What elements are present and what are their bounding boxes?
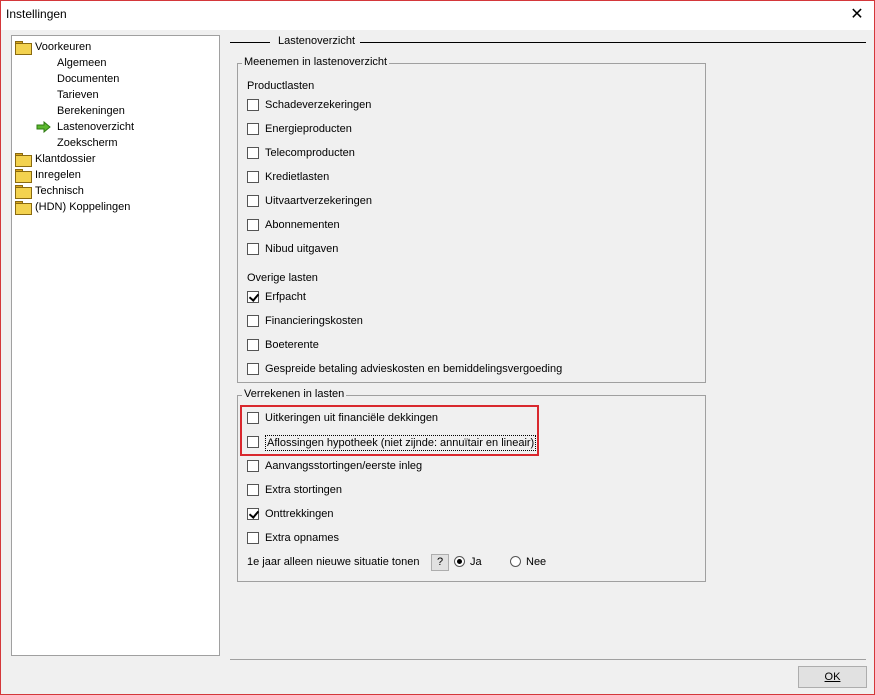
checkbox-box[interactable] bbox=[247, 99, 259, 111]
divider bbox=[360, 42, 866, 43]
checkbox-box[interactable] bbox=[247, 243, 259, 255]
tree-item-algemeen[interactable]: Algemeen bbox=[57, 55, 107, 71]
checkbox-box[interactable] bbox=[247, 171, 259, 183]
first-year-label: 1e jaar alleen nieuwe situatie tonen bbox=[247, 556, 420, 568]
radio-dot[interactable] bbox=[510, 556, 521, 567]
section-title: Lastenoverzicht bbox=[274, 35, 360, 47]
checkbox-box[interactable] bbox=[247, 315, 259, 327]
title-bar: Instellingen ✕ bbox=[1, 1, 874, 30]
section-header: Lastenoverzicht bbox=[230, 35, 866, 49]
tree-item-tarieven[interactable]: Tarieven bbox=[57, 87, 99, 103]
help-button[interactable]: ? bbox=[431, 554, 449, 571]
checkbox-box[interactable] bbox=[247, 147, 259, 159]
close-icon[interactable]: ✕ bbox=[840, 1, 874, 30]
radio-dot[interactable] bbox=[454, 556, 465, 567]
settings-window: Instellingen ✕ Voorkeuren Algemeen Docum… bbox=[0, 0, 875, 695]
meenemen-group: Meenemen in lastenoverzicht Productlaste… bbox=[237, 56, 706, 383]
checkbox-box[interactable] bbox=[247, 484, 259, 496]
checkbox-box[interactable] bbox=[247, 508, 259, 520]
productlasten-label: Productlasten bbox=[247, 80, 315, 92]
checkbox-box[interactable] bbox=[247, 363, 259, 375]
tree-item-zoekscherm[interactable]: Zoekscherm bbox=[57, 135, 118, 151]
tree-item-berekeningen[interactable]: Berekeningen bbox=[57, 103, 125, 119]
folder-icon bbox=[15, 185, 32, 199]
arrow-right-icon bbox=[36, 121, 52, 133]
meenemen-legend: Meenemen in lastenoverzicht bbox=[242, 56, 390, 68]
checkbox-box[interactable] bbox=[247, 195, 259, 207]
divider bbox=[230, 659, 866, 660]
ok-button[interactable]: OK bbox=[798, 666, 867, 688]
verrekenen-legend: Verrekenen in lasten bbox=[242, 388, 347, 400]
overige-lasten-label: Overige lasten bbox=[247, 272, 318, 284]
settings-tree[interactable]: Voorkeuren Algemeen Documenten Tarieven … bbox=[11, 35, 220, 656]
folder-icon bbox=[15, 41, 32, 55]
folder-icon bbox=[15, 201, 32, 215]
checkbox-box[interactable] bbox=[247, 460, 259, 472]
tree-item-documenten[interactable]: Documenten bbox=[57, 71, 119, 87]
folder-icon bbox=[15, 169, 32, 183]
checkbox-box[interactable] bbox=[247, 339, 259, 351]
highlight-box bbox=[240, 405, 539, 456]
checkbox-box[interactable] bbox=[247, 291, 259, 303]
checkbox-box[interactable] bbox=[247, 532, 259, 544]
checkbox-box[interactable] bbox=[247, 219, 259, 231]
folder-icon bbox=[15, 153, 32, 167]
divider bbox=[230, 42, 270, 43]
checkbox-box[interactable] bbox=[247, 123, 259, 135]
window-title: Instellingen bbox=[6, 7, 67, 21]
